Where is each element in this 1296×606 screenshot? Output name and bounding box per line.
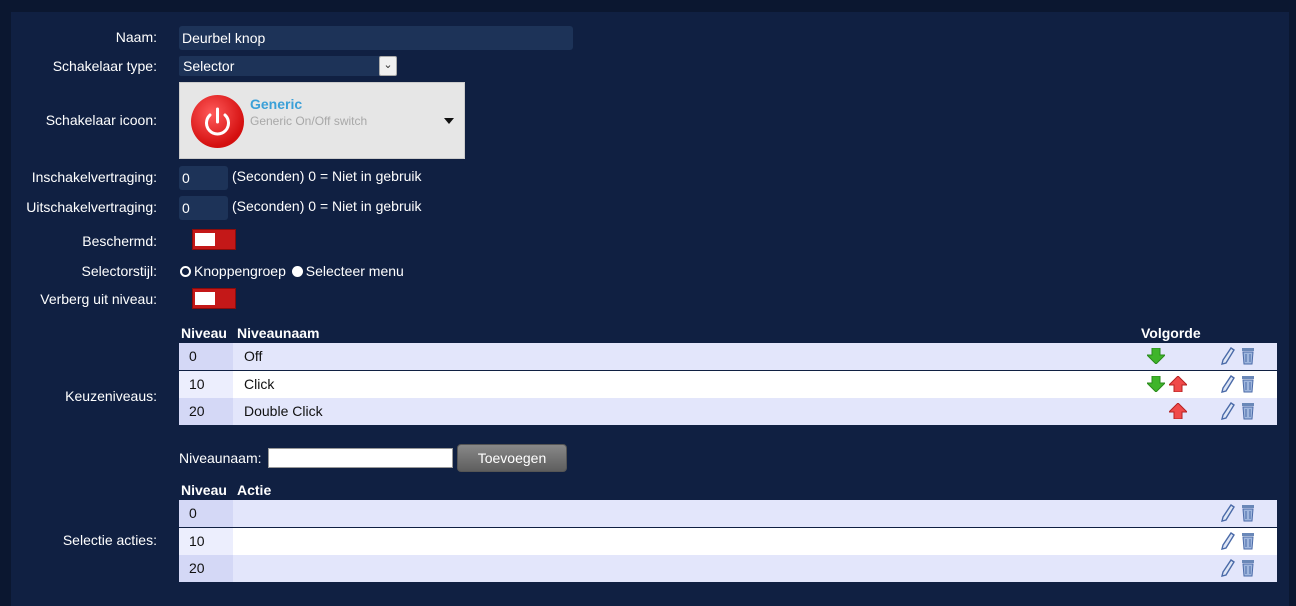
in-delay-input[interactable]: 0: [179, 166, 228, 190]
icon-subtitle: Generic On/Off switch: [250, 114, 368, 128]
edit-pencil-icon[interactable]: [1221, 531, 1235, 553]
chevron-down-icon[interactable]: ⌄: [379, 56, 397, 76]
toggle-knob: [195, 233, 215, 246]
schakelaar-type-value: Selector: [183, 58, 235, 74]
edit-pencil-icon[interactable]: [1221, 374, 1235, 396]
edit-pencil-icon[interactable]: [1221, 402, 1235, 423]
table-row: 20: [179, 555, 1277, 582]
toggle-knob: [195, 292, 215, 305]
table-row: 0: [179, 500, 1277, 527]
trash-icon[interactable]: [1241, 504, 1255, 525]
radio-on-icon[interactable]: [291, 266, 303, 277]
niveaunaam-label: Niveaunaam:: [179, 450, 262, 466]
niveau-cell: 20: [179, 398, 233, 425]
uitschakelvertraging-label: Uitschakelvertraging:: [26, 199, 157, 215]
arrow-down-icon[interactable]: [1145, 375, 1167, 393]
trash-icon[interactable]: [1241, 532, 1255, 553]
table-row: 20 Double Click: [179, 398, 1277, 425]
beschermd-label: Beschermd:: [82, 233, 157, 249]
actions-header-actie: Actie: [237, 482, 272, 498]
trash-icon[interactable]: [1241, 347, 1255, 368]
naam-label: Naam:: [115, 29, 157, 45]
niveau-cell: 10: [179, 370, 233, 398]
table-row: 10 Click: [179, 370, 1277, 398]
verberg-uit-niveau-toggle[interactable]: [192, 288, 236, 309]
selectie-acties-label: Selectie acties:: [62, 532, 157, 548]
out-delay-hint: (Seconden) 0 = Niet in gebruik: [232, 198, 422, 214]
edit-pencil-icon[interactable]: [1221, 347, 1235, 368]
inschakelvertraging-label: Inschakelvertraging:: [31, 169, 157, 185]
edit-pencil-icon[interactable]: [1221, 559, 1235, 580]
levels-header-niveau: Niveau: [181, 325, 227, 341]
icon-title: Generic: [250, 96, 303, 112]
arrow-up-icon[interactable]: [1167, 374, 1189, 392]
trash-icon[interactable]: [1241, 375, 1255, 396]
power-icon: [191, 95, 244, 148]
toevoegen-button[interactable]: Toevoegen: [457, 444, 567, 472]
actions-header-niveau: Niveau: [181, 482, 227, 498]
levels-header-niveaunaam: Niveaunaam: [237, 325, 320, 341]
name-cell: Double Click: [244, 403, 323, 419]
in-delay-hint: (Seconden) 0 = Niet in gebruik: [232, 168, 422, 184]
radio-off-icon[interactable]: [180, 266, 191, 277]
edit-pencil-icon[interactable]: [1221, 504, 1235, 525]
niveau-cell: 10: [179, 527, 233, 555]
selectorstijl-label: Selectorstijl:: [81, 263, 157, 279]
arrow-down-icon[interactable]: [1145, 347, 1167, 365]
table-row: 0 Off: [179, 343, 1277, 370]
levels-header-volgorde: Volgorde: [1141, 325, 1201, 341]
keuzeniveaus-label: Keuzeniveaus:: [65, 388, 157, 404]
niveau-cell: 20: [179, 555, 233, 582]
table-row: 10: [179, 527, 1277, 555]
radio-knoppengroep-label: Knoppengroep: [194, 263, 286, 279]
radio-selecteer-menu[interactable]: Selecteer menu: [291, 263, 404, 279]
icon-selector[interactable]: Generic Generic On/Off switch: [179, 82, 465, 159]
selector-style-group: Knoppengroep Selecteer menu: [180, 263, 404, 279]
trash-icon[interactable]: [1241, 402, 1255, 423]
schakelaar-type-select[interactable]: Selector ⌄: [179, 56, 397, 76]
niveaunaam-input[interactable]: [268, 448, 453, 468]
verberg-uit-niveau-label: Verberg uit niveau:: [40, 291, 157, 307]
schakelaar-type-label: Schakelaar type:: [52, 58, 157, 74]
trash-icon[interactable]: [1241, 559, 1255, 580]
name-cell: Off: [244, 348, 263, 364]
radio-selecteer-menu-label: Selecteer menu: [305, 263, 404, 279]
naam-input[interactable]: Deurbel knop: [179, 26, 573, 50]
beschermd-toggle[interactable]: [192, 229, 236, 250]
out-delay-input[interactable]: 0: [179, 196, 228, 220]
niveau-cell: 0: [179, 500, 233, 527]
schakelaar-icoon-label: Schakelaar icoon:: [45, 112, 157, 128]
radio-knoppengroep[interactable]: Knoppengroep: [180, 263, 286, 279]
name-cell: Click: [244, 375, 275, 392]
niveau-cell: 0: [179, 343, 233, 370]
arrow-up-icon[interactable]: [1167, 402, 1189, 420]
dropdown-caret-icon[interactable]: [444, 118, 454, 124]
